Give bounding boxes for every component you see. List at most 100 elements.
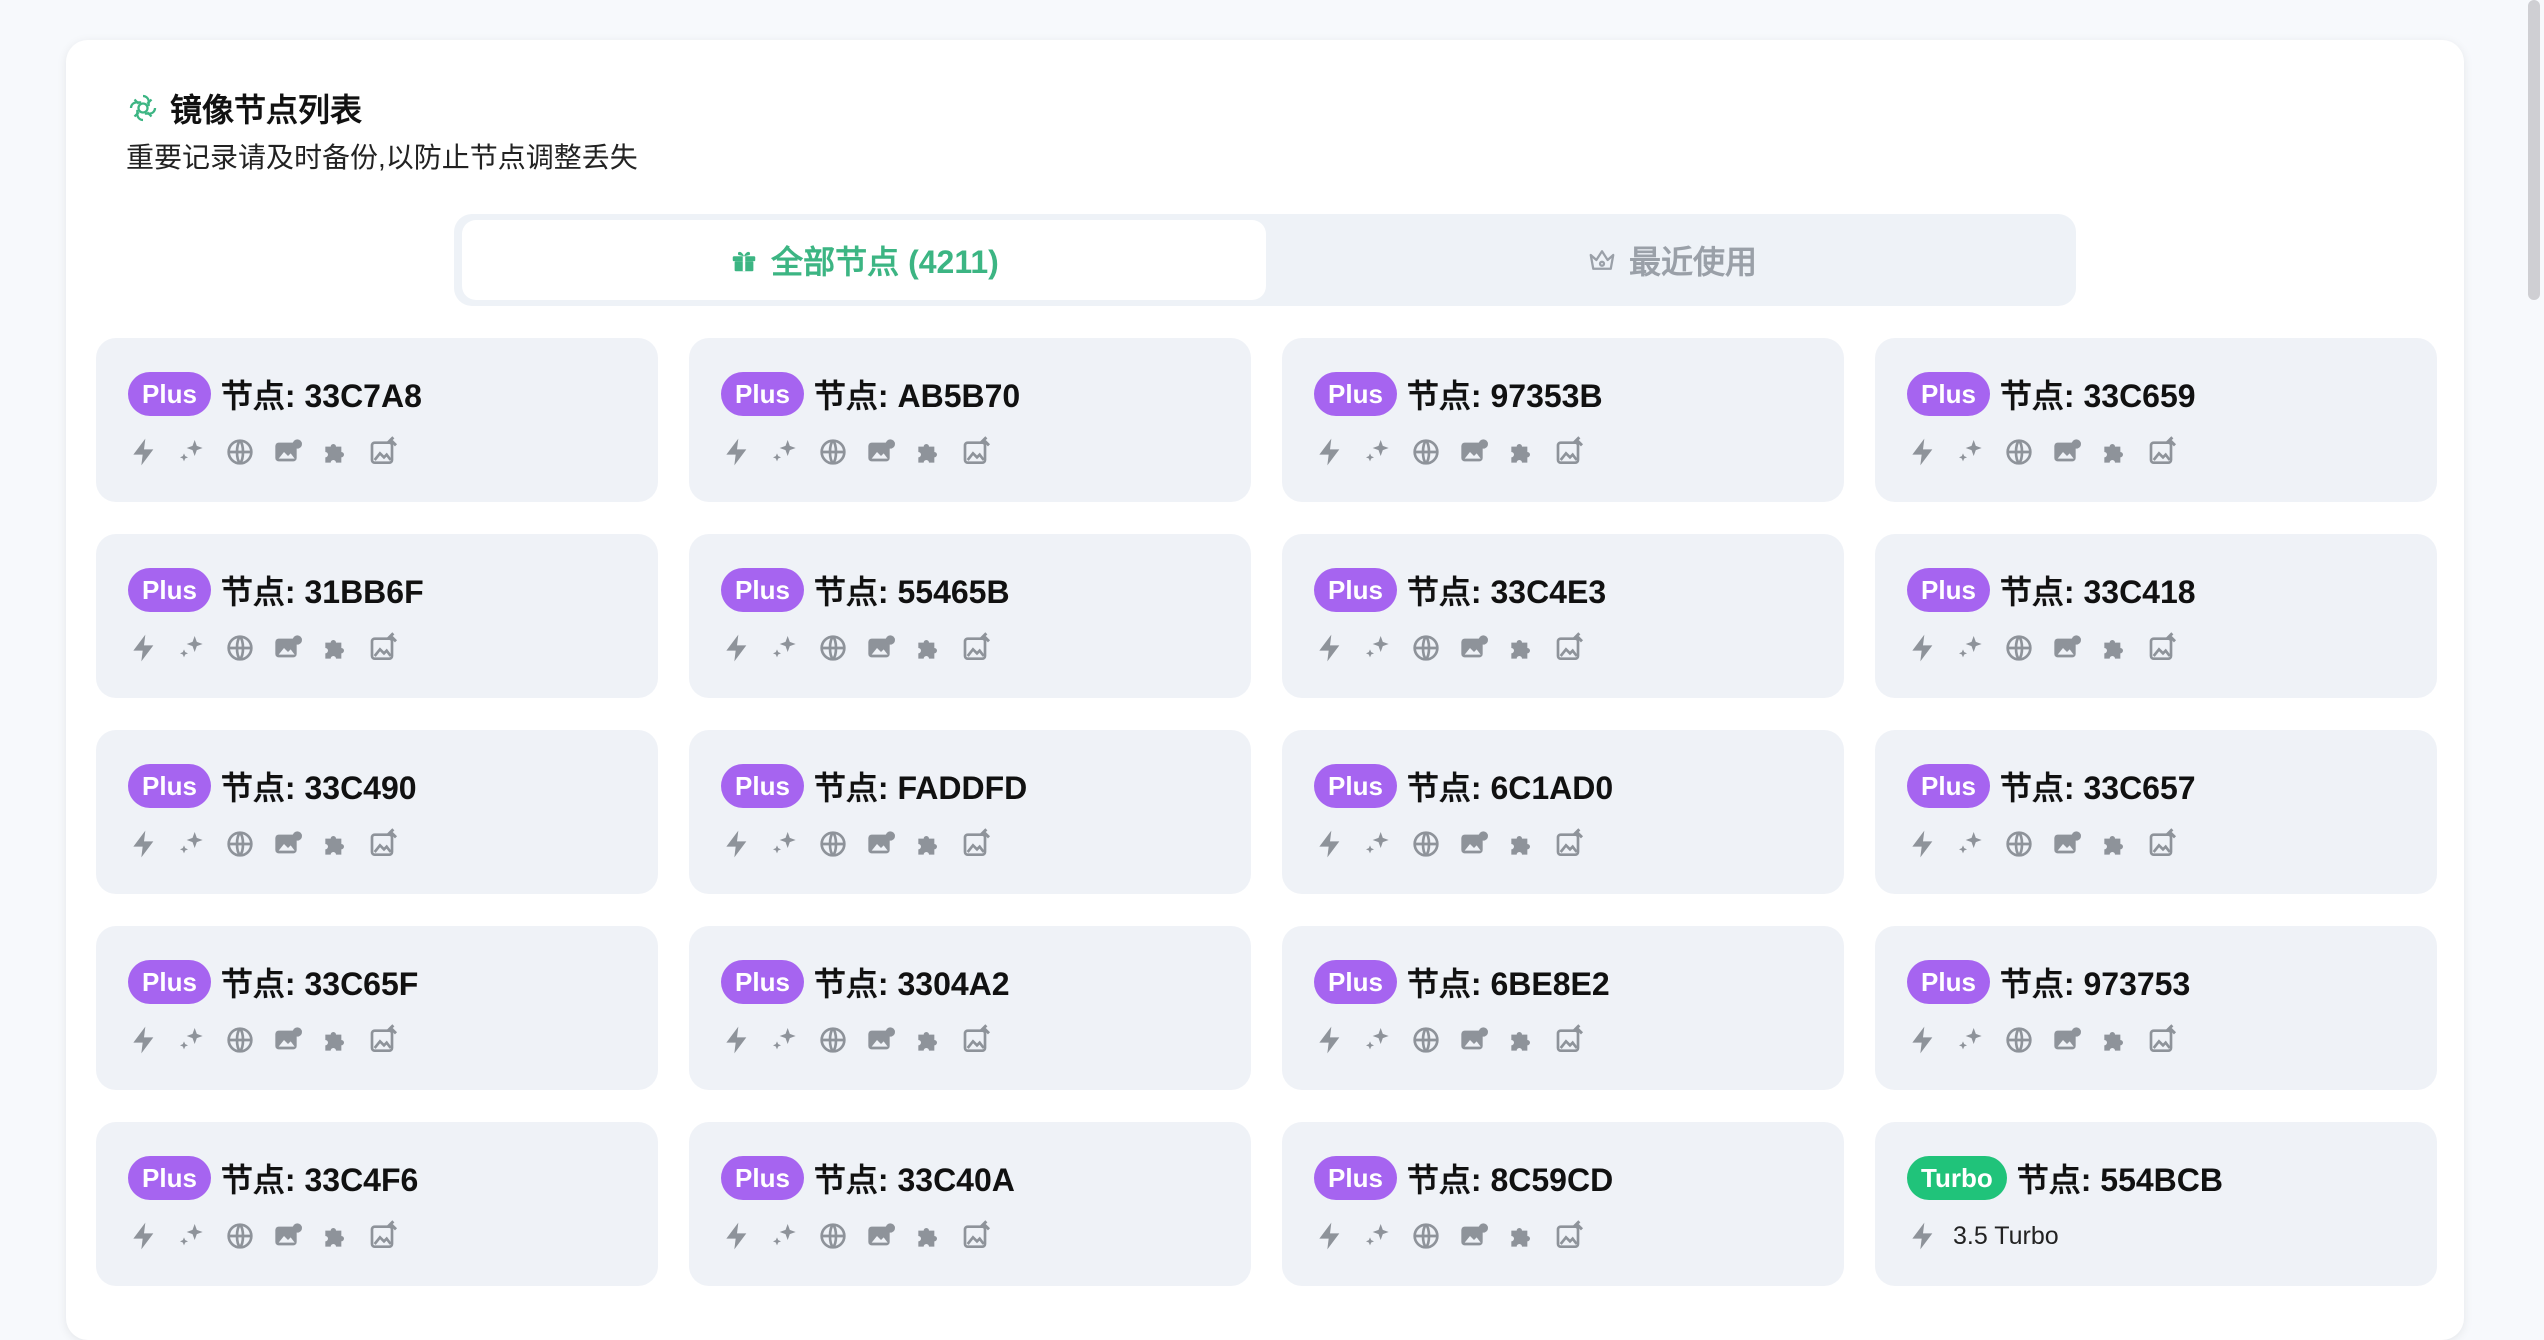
image-edit-icon <box>2147 632 2179 664</box>
puzzle-icon <box>913 1220 945 1252</box>
bolt-icon <box>1314 1024 1346 1056</box>
node-name: 节点: 33C657 <box>1999 770 2196 806</box>
image-chat-icon <box>865 1024 897 1056</box>
image-edit-icon <box>2147 828 2179 860</box>
node-card-title: Plus 节点: 33C40A <box>721 1156 1015 1200</box>
node-name: 节点: 31BB6F <box>220 574 424 610</box>
node-features <box>1314 628 1602 668</box>
image-edit-icon <box>368 1024 400 1056</box>
node-name: 节点: 33C4E3 <box>1406 574 1607 610</box>
node-card[interactable]: Plus 节点: 8C59CD <box>1282 1122 1844 1286</box>
plus-badge: Plus <box>1314 960 1397 1004</box>
node-card-title: Plus 节点: 33C65F <box>128 960 418 1004</box>
turbo-badge: Turbo <box>1907 1156 2007 1200</box>
image-chat-icon <box>1458 828 1490 860</box>
image-edit-icon <box>961 436 993 468</box>
sparkles-icon <box>1955 632 1987 664</box>
plus-badge: Plus <box>128 1156 211 1200</box>
globe-icon <box>1410 1024 1442 1056</box>
sparkles-icon <box>1362 828 1394 860</box>
globe-icon <box>2003 828 2035 860</box>
node-features <box>721 1020 1009 1060</box>
tab-all-nodes[interactable]: 全部节点 (4211) <box>462 220 1266 300</box>
sparkles-icon <box>176 436 208 468</box>
node-card[interactable]: Plus 节点: 33C65F <box>96 926 658 1090</box>
plus-badge: Plus <box>1907 372 1990 416</box>
tab-recent[interactable]: 最近使用 <box>1270 220 2074 300</box>
node-name: 节点: 55465B <box>813 574 1010 610</box>
plus-badge: Plus <box>128 372 211 416</box>
tab-all-nodes-label: 全部节点 (4211) <box>771 244 999 280</box>
image-chat-icon <box>272 436 304 468</box>
sparkles-icon <box>1362 1220 1394 1252</box>
node-card[interactable]: Plus 节点: 6C1AD0 <box>1282 730 1844 894</box>
node-card[interactable]: Plus 节点: 97353B <box>1282 338 1844 502</box>
image-chat-icon <box>865 436 897 468</box>
node-card-title: Plus 节点: 33C490 <box>128 764 417 808</box>
node-name: 节点: 6C1AD0 <box>1406 770 1614 806</box>
node-card[interactable]: Plus 节点: FADDFD <box>689 730 1251 894</box>
image-chat-icon <box>865 828 897 860</box>
puzzle-icon <box>913 1024 945 1056</box>
globe-icon <box>2003 436 2035 468</box>
node-card[interactable]: Plus 节点: 33C657 <box>1875 730 2437 894</box>
puzzle-icon <box>913 632 945 664</box>
image-chat-icon <box>2051 828 2083 860</box>
node-features <box>128 432 416 472</box>
puzzle-icon <box>1506 1220 1538 1252</box>
title-row: 镜像节点列表 <box>126 88 638 128</box>
node-card[interactable]: Plus 节点: 6BE8E2 <box>1282 926 1844 1090</box>
scrollbar[interactable] <box>2528 0 2540 300</box>
node-name: 节点: AB5B70 <box>813 378 1021 414</box>
plus-badge: Plus <box>721 960 804 1004</box>
puzzle-icon <box>913 436 945 468</box>
puzzle-icon <box>2099 1024 2131 1056</box>
bolt-icon <box>1907 828 1939 860</box>
image-chat-icon <box>2051 632 2083 664</box>
puzzle-icon <box>913 828 945 860</box>
node-card[interactable]: Plus 节点: 33C659 <box>1875 338 2437 502</box>
node-features <box>1314 432 1602 472</box>
plus-badge: Plus <box>721 1156 804 1200</box>
bolt-icon <box>1314 632 1346 664</box>
node-name: 节点: 33C40A <box>813 1162 1015 1198</box>
node-features <box>721 1216 1009 1256</box>
sparkles-icon <box>769 632 801 664</box>
image-chat-icon <box>272 1220 304 1252</box>
node-card-title: Plus 节点: AB5B70 <box>721 372 1020 416</box>
puzzle-icon <box>320 828 352 860</box>
node-card[interactable]: Plus 节点: 33C7A8 <box>96 338 658 502</box>
image-chat-icon <box>1458 436 1490 468</box>
image-chat-icon <box>1458 632 1490 664</box>
bolt-icon <box>128 828 160 860</box>
node-card[interactable]: Plus 节点: 33C418 <box>1875 534 2437 698</box>
node-card[interactable]: Plus 节点: 33C490 <box>96 730 658 894</box>
node-card[interactable]: Plus 节点: 3304A2 <box>689 926 1251 1090</box>
sparkles-icon <box>1362 1024 1394 1056</box>
globe-icon <box>1410 632 1442 664</box>
node-card[interactable]: Plus 节点: 55465B <box>689 534 1251 698</box>
node-card[interactable]: Plus 节点: 33C4E3 <box>1282 534 1844 698</box>
bolt-icon <box>128 632 160 664</box>
node-card[interactable]: Plus 节点: 31BB6F <box>96 534 658 698</box>
puzzle-icon <box>320 1220 352 1252</box>
node-features <box>1907 824 2195 864</box>
image-chat-icon <box>1458 1220 1490 1252</box>
sparkles-icon <box>176 828 208 860</box>
node-name: 节点: 8C59CD <box>1406 1162 1614 1198</box>
node-card-title: Plus 节点: 6BE8E2 <box>1314 960 1610 1004</box>
tab-bar: 全部节点 (4211) 最近使用 <box>454 214 2076 306</box>
plus-badge: Plus <box>1907 960 1990 1004</box>
image-edit-icon <box>1554 828 1586 860</box>
node-list-panel: 镜像节点列表 重要记录请及时备份,以防止节点调整丢失 全部节点 (4211) 最… <box>66 40 2464 1340</box>
globe-icon <box>224 828 256 860</box>
globe-icon <box>817 436 849 468</box>
node-card[interactable]: Plus 节点: 33C4F6 <box>96 1122 658 1286</box>
node-card[interactable]: Plus 节点: 33C40A <box>689 1122 1251 1286</box>
node-card[interactable]: Turbo 节点: 554BCB 3.5 Turbo <box>1875 1122 2437 1286</box>
plus-badge: Plus <box>128 764 211 808</box>
node-card[interactable]: Plus 节点: 973753 <box>1875 926 2437 1090</box>
plus-badge: Plus <box>128 960 211 1004</box>
header: 镜像节点列表 重要记录请及时备份,以防止节点调整丢失 <box>126 88 638 176</box>
node-card[interactable]: Plus 节点: AB5B70 <box>689 338 1251 502</box>
